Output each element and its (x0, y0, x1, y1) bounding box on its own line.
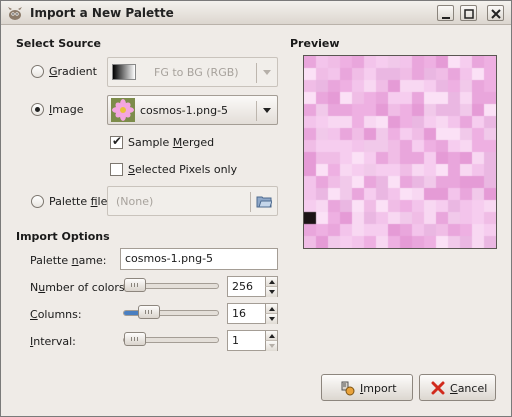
chevron-down-icon (263, 70, 271, 75)
increment-button[interactable] (265, 304, 277, 314)
palette-file-radio[interactable] (31, 195, 44, 208)
image-combo[interactable]: cosmos-1.png-5 (107, 95, 278, 125)
maximize-button[interactable] (460, 5, 477, 21)
interval-label: Interval: (30, 335, 76, 348)
close-button[interactable] (487, 5, 504, 21)
palette-preview-swatches (304, 56, 496, 248)
palette-name-label: Palette name: (30, 254, 107, 267)
cancel-icon (431, 381, 445, 395)
interval-spinbutton[interactable]: 1 (227, 330, 278, 351)
gradient-radio[interactable] (31, 65, 44, 78)
import-palette-dialog: Import a New Palette Select Source Gradi… (0, 0, 512, 417)
arrow-down-icon (269, 317, 275, 321)
import-button-label: Import (360, 382, 397, 395)
slider-handle[interactable] (138, 305, 161, 319)
selected-pixels-checkbox[interactable] (110, 163, 123, 176)
arrow-up-icon (269, 280, 275, 284)
num-colors-label: Number of colors: (30, 281, 129, 294)
arrow-down-icon (269, 344, 275, 348)
increment-button[interactable] (265, 277, 277, 287)
arrow-up-icon (269, 334, 275, 338)
image-radio[interactable] (31, 103, 44, 116)
window-title: Import a New Palette (30, 6, 174, 20)
chooser-separator (250, 192, 251, 212)
columns-label: Columns: (30, 308, 82, 321)
interval-value: 1 (232, 334, 239, 347)
palette-file-label[interactable]: Palette file (49, 195, 107, 208)
columns-slider[interactable] (123, 305, 219, 319)
columns-spinbutton[interactable]: 16 (227, 303, 278, 324)
combo-separator (256, 101, 257, 121)
cancel-button-label: Cancel (450, 382, 488, 395)
selected-pixels-label[interactable]: Selected Pixels only (128, 163, 237, 176)
decrement-button[interactable] (265, 341, 277, 351)
gimp-app-icon (8, 7, 22, 20)
decrement-button[interactable] (265, 314, 277, 324)
num-colors-slider[interactable] (123, 278, 219, 292)
palette-preview (303, 55, 497, 249)
slider-handle[interactable] (124, 278, 146, 292)
title-bar[interactable]: Import a New Palette (1, 1, 511, 25)
import-options-heading: Import Options (16, 230, 110, 243)
combo-separator (256, 63, 257, 83)
arrow-up-icon (269, 307, 275, 311)
folder-open-icon (256, 196, 272, 208)
palette-file-value: (None) (116, 195, 154, 208)
preview-heading: Preview (290, 37, 340, 50)
import-icon (341, 381, 355, 396)
gradient-combo-value: FG to BG (RGB) (154, 66, 239, 79)
image-combo-value: cosmos-1.png-5 (140, 104, 229, 117)
minimize-icon (442, 17, 450, 19)
palette-name-input[interactable]: cosmos-1.png-5 (120, 248, 278, 270)
import-button[interactable]: Import (321, 374, 413, 401)
gradient-swatch (112, 64, 136, 80)
num-colors-spinbutton[interactable]: 256 (227, 276, 278, 297)
cancel-button[interactable]: Cancel (419, 374, 496, 401)
image-label[interactable]: Image (49, 103, 83, 116)
interval-slider[interactable] (123, 332, 219, 346)
slider-handle[interactable] (124, 332, 146, 346)
columns-value: 16 (232, 307, 246, 320)
image-thumbnail-icon (111, 98, 135, 122)
close-icon (491, 9, 501, 19)
chevron-down-icon (263, 108, 271, 113)
increment-button[interactable] (265, 331, 277, 341)
gradient-label[interactable]: Gradient (49, 65, 97, 78)
gradient-combo: FG to BG (RGB) (107, 57, 278, 87)
arrow-down-icon (269, 290, 275, 294)
num-colors-value: 256 (232, 280, 253, 293)
maximize-icon (464, 9, 474, 19)
select-source-heading: Select Source (16, 37, 101, 50)
minimize-button[interactable] (437, 5, 454, 21)
sample-merged-checkbox[interactable] (110, 134, 123, 149)
palette-file-chooser: (None) (107, 186, 278, 216)
decrement-button[interactable] (265, 287, 277, 297)
sample-merged-label[interactable]: Sample Merged (128, 136, 214, 149)
